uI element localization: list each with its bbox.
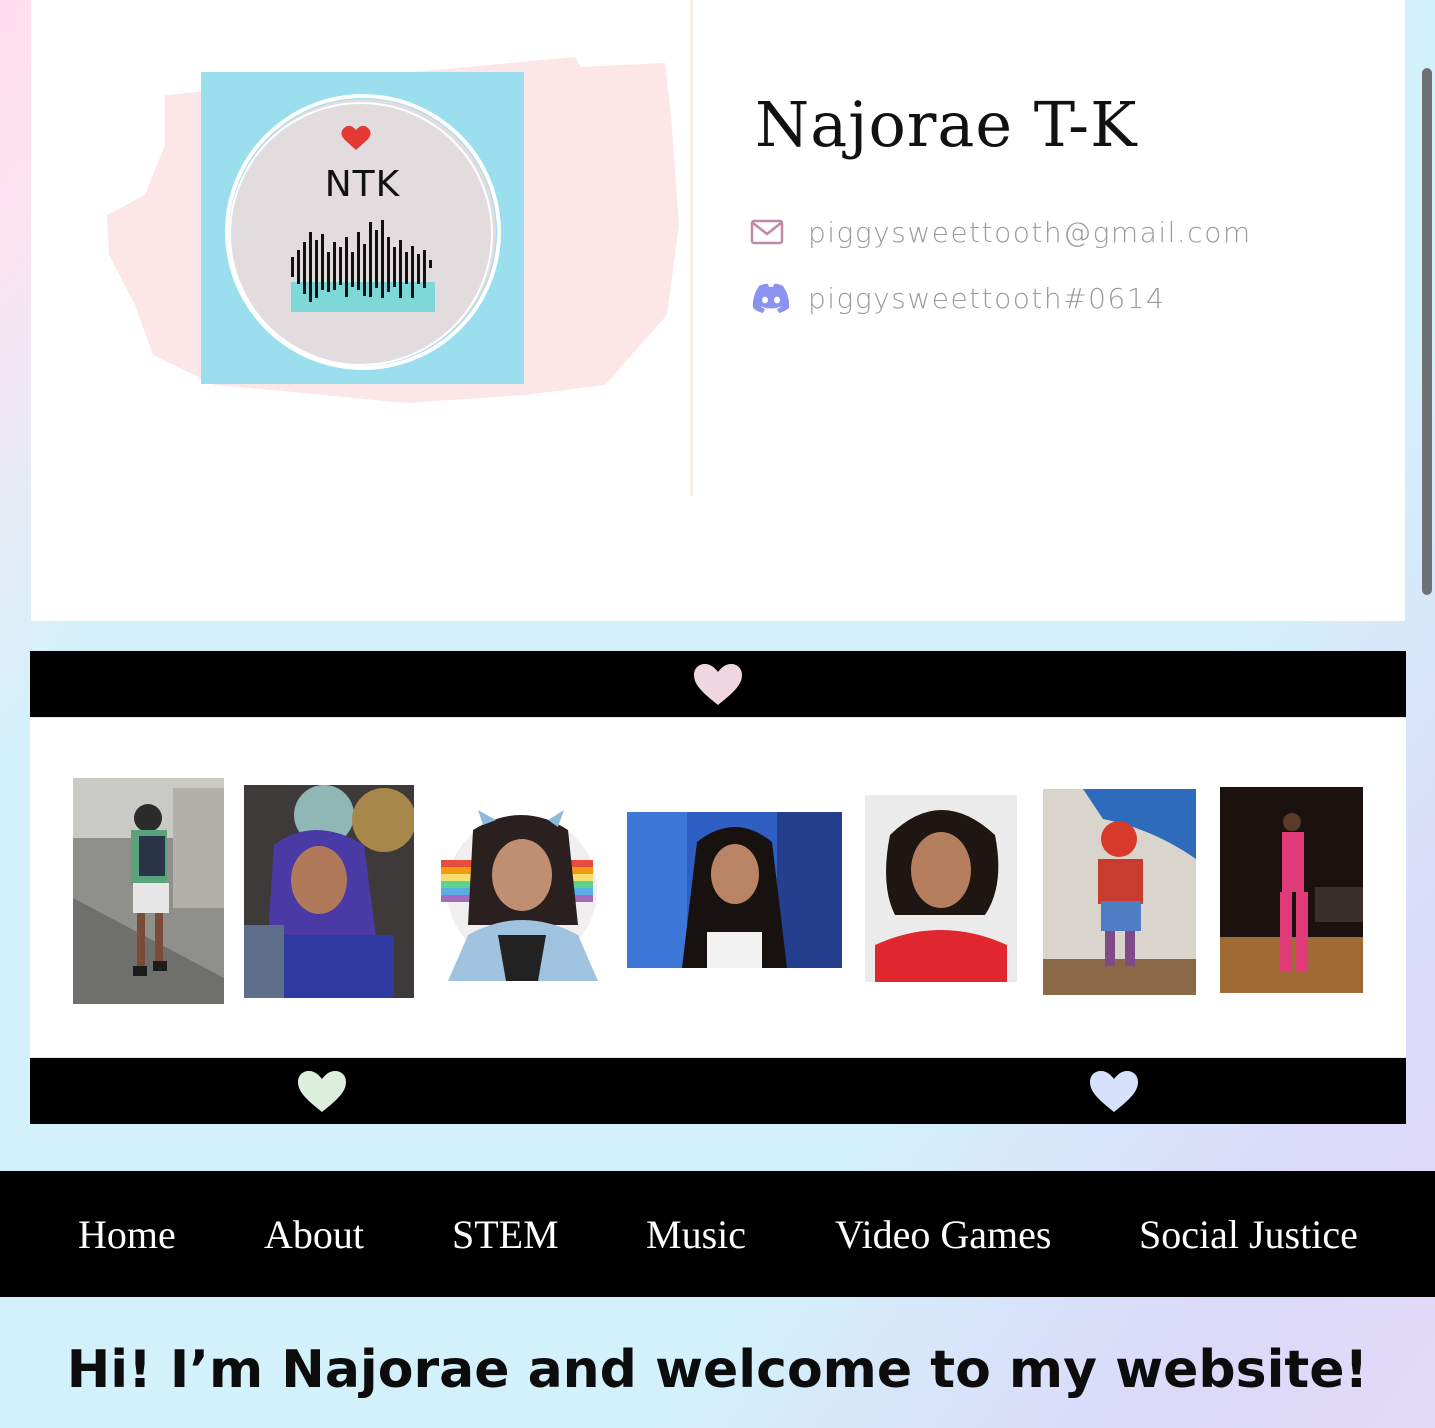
photo-street-walk[interactable]	[73, 778, 224, 1004]
discord-text[interactable]: piggysweettooth#0614	[808, 282, 1165, 315]
photo-gallery	[30, 717, 1406, 1058]
heart-icon	[298, 1071, 346, 1112]
discord-icon	[750, 280, 792, 316]
email-text[interactable]: piggysweettooth@gmail.com	[808, 216, 1252, 249]
nav-stem[interactable]: STEM	[452, 1211, 559, 1258]
photo-purple-wig[interactable]	[244, 785, 414, 998]
photo-red-shirt[interactable]	[865, 795, 1017, 982]
gallery-top-bar	[30, 651, 1406, 717]
nav-music[interactable]: Music	[646, 1211, 746, 1258]
photo-stage-performance[interactable]	[1220, 787, 1363, 993]
scrollbar-thumb[interactable]	[1422, 68, 1432, 595]
email-contact[interactable]: piggysweettooth@gmail.com	[750, 214, 1252, 250]
site-name: Najorae T-K	[755, 88, 1138, 161]
heart-icon	[1090, 1071, 1138, 1112]
heart-icon	[694, 664, 742, 705]
header-divider	[690, 0, 693, 496]
envelope-icon	[750, 214, 792, 250]
nav-social-justice[interactable]: Social Justice	[1139, 1211, 1358, 1258]
photo-blue-backdrop[interactable]	[627, 812, 842, 968]
ntk-logo: NTK	[201, 72, 524, 384]
main-nav: Home About STEM Music Video Games Social…	[0, 1171, 1435, 1297]
gallery-bottom-bar	[30, 1058, 1406, 1124]
welcome-heading: Hi! I’m Najorae and welcome to my websit…	[66, 1340, 1369, 1400]
discord-contact[interactable]: piggysweettooth#0614	[750, 280, 1165, 316]
logo-text: NTK	[324, 164, 401, 205]
nav-home[interactable]: Home	[78, 1211, 176, 1258]
photo-costume[interactable]	[1043, 789, 1196, 995]
nav-about[interactable]: About	[264, 1211, 364, 1258]
header-card: NTK Najorae T-K piggysweettooth@gmail.co…	[31, 0, 1405, 621]
nav-video-games[interactable]: Video Games	[835, 1211, 1051, 1258]
photo-cartoon-avatar[interactable]	[438, 805, 606, 981]
